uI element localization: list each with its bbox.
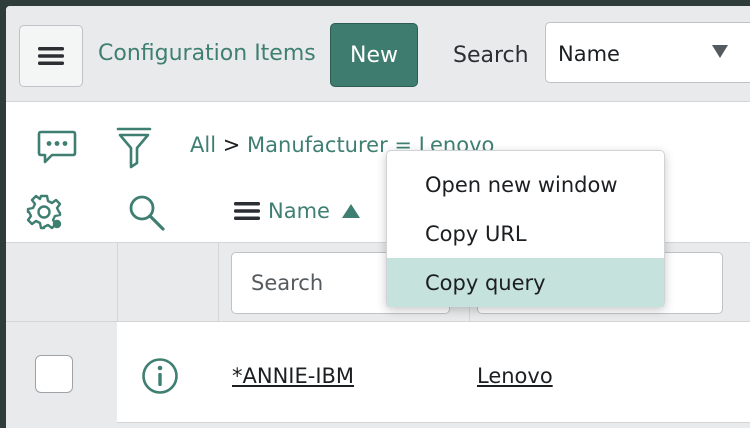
sort-ascending-icon xyxy=(341,204,360,218)
preview-record-button[interactable] xyxy=(140,356,180,396)
personalize-list-button[interactable] xyxy=(24,192,64,232)
row-gutter xyxy=(6,322,117,423)
search-toggle-button[interactable] xyxy=(126,192,168,234)
column-menu-icon[interactable] xyxy=(234,201,260,221)
list-header: Configuration Items New Search Name xyxy=(6,6,750,102)
list-view: Configuration Items New Search Name All … xyxy=(6,6,750,428)
next-row-edge xyxy=(6,423,750,428)
search-field-select[interactable]: Name xyxy=(545,22,750,83)
column-header-name[interactable]: Name xyxy=(234,199,360,223)
breadcrumb-context-menu: Open new window Copy URL Copy query xyxy=(386,150,665,307)
new-button[interactable]: New xyxy=(330,23,418,87)
row-name-link[interactable]: *ANNIE-IBM xyxy=(232,364,354,388)
search-label: Search xyxy=(453,43,529,68)
filter-funnel-icon xyxy=(116,127,152,169)
hamburger-icon xyxy=(38,47,64,65)
chevron-down-icon xyxy=(712,45,728,58)
search-icon xyxy=(129,195,165,231)
filter-button[interactable] xyxy=(114,125,154,171)
menu-item-open-new-window[interactable]: Open new window xyxy=(387,160,664,209)
menu-item-copy-query[interactable]: Copy query xyxy=(387,258,664,307)
row-manufacturer-link[interactable]: Lenovo xyxy=(477,364,553,388)
gear-icon xyxy=(26,194,62,230)
table-row: *ANNIE-IBM Lenovo xyxy=(6,322,750,423)
breadcrumb-separator: > xyxy=(222,133,241,157)
chat-bubble-icon xyxy=(37,130,77,164)
column-divider xyxy=(117,243,118,323)
list-menu-button[interactable] xyxy=(19,25,83,87)
menu-item-copy-url[interactable]: Copy URL xyxy=(387,209,664,258)
row-checkbox[interactable] xyxy=(35,355,73,393)
info-icon xyxy=(142,358,178,394)
activity-stream-button[interactable] xyxy=(34,127,80,167)
breadcrumb-all[interactable]: All xyxy=(190,133,216,157)
column-divider xyxy=(218,243,219,323)
page-title[interactable]: Configuration Items xyxy=(98,41,316,66)
search-field-value: Name xyxy=(558,42,620,66)
column-header-name-label[interactable]: Name xyxy=(268,199,330,223)
